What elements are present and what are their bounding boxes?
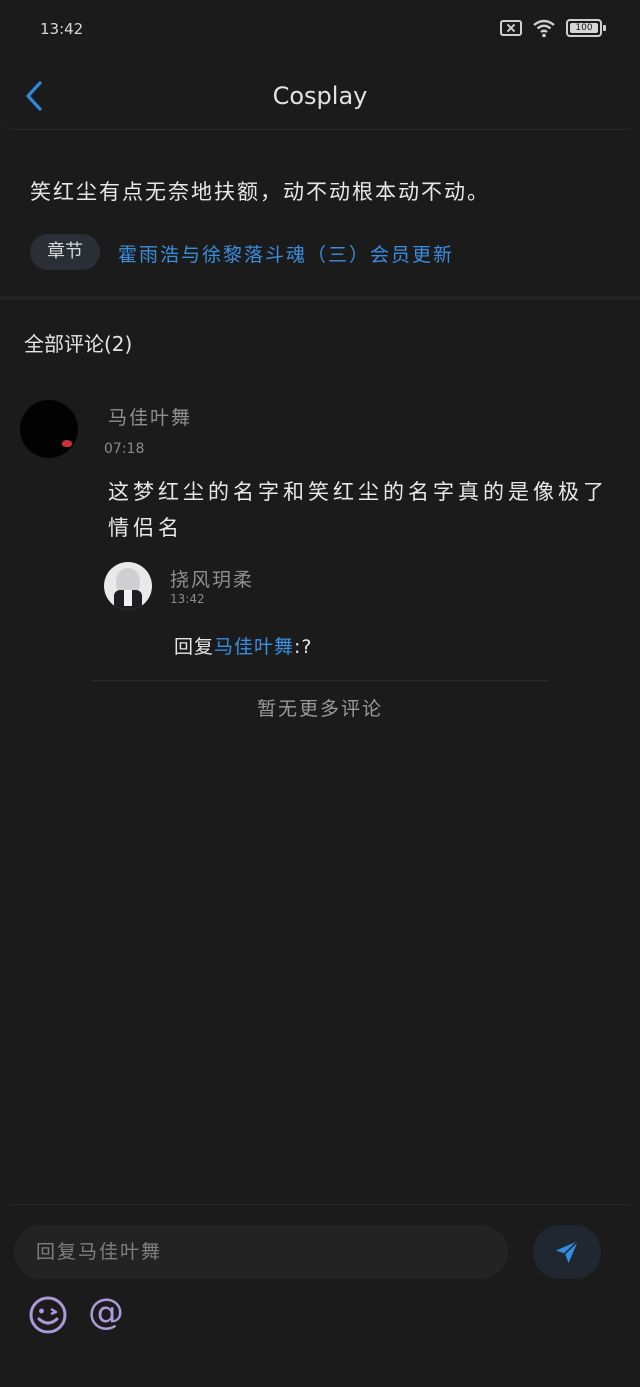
divider (92, 680, 548, 681)
reply-target-link[interactable]: 马佳叶舞 (214, 636, 294, 658)
wink-face-icon (29, 1296, 67, 1334)
battery-level: 100 (575, 23, 593, 33)
send-button[interactable] (533, 1225, 601, 1279)
reply-time: 13:42 (170, 592, 205, 606)
status-bar: 13:42 100 (0, 0, 640, 60)
send-icon (556, 1240, 579, 1263)
no-sim-icon (500, 20, 522, 36)
reply-body: :? (294, 636, 313, 658)
mention-at-icon[interactable]: @ (84, 1291, 128, 1335)
post-section: 笑红尘有点无奈地扶额，动不动根本动不动。 章节 霍雨浩与徐黎落斗魂（三）会员更新 (0, 130, 640, 300)
reply-bar: @ (0, 1204, 640, 1387)
comment-time: 07:18 (104, 441, 145, 457)
commenter-avatar[interactable] (20, 400, 78, 458)
emoji-button[interactable] (28, 1295, 68, 1335)
wifi-icon (533, 19, 555, 38)
reply-input[interactable] (14, 1225, 508, 1279)
chapter-link[interactable]: 霍雨浩与徐黎落斗魂（三）会员更新 (118, 240, 454, 267)
comments-title: 全部评论(2) (24, 332, 133, 356)
replier-name[interactable]: 挠风玥柔 (170, 565, 254, 592)
replier-avatar[interactable] (104, 562, 152, 610)
status-icons: 100 (500, 18, 606, 38)
reply-text[interactable]: 回复马佳叶舞:? (174, 632, 313, 659)
comment-text[interactable]: 这梦红尘的名字和笑红尘的名字真的是像极了情侣名 (108, 474, 608, 546)
post-text: 笑红尘有点无奈地扶额，动不动根本动不动。 (30, 180, 490, 204)
header: Cosplay (0, 60, 640, 130)
page-title: Cosplay (272, 82, 368, 110)
status-time: 13:42 (40, 20, 84, 38)
chapter-tag: 章节 (30, 234, 100, 270)
commenter-name[interactable]: 马佳叶舞 (108, 403, 192, 430)
reply-prefix: 回复 (174, 636, 215, 658)
battery-icon: 100 (566, 19, 606, 37)
no-more-comments: 暂无更多评论 (256, 698, 383, 720)
